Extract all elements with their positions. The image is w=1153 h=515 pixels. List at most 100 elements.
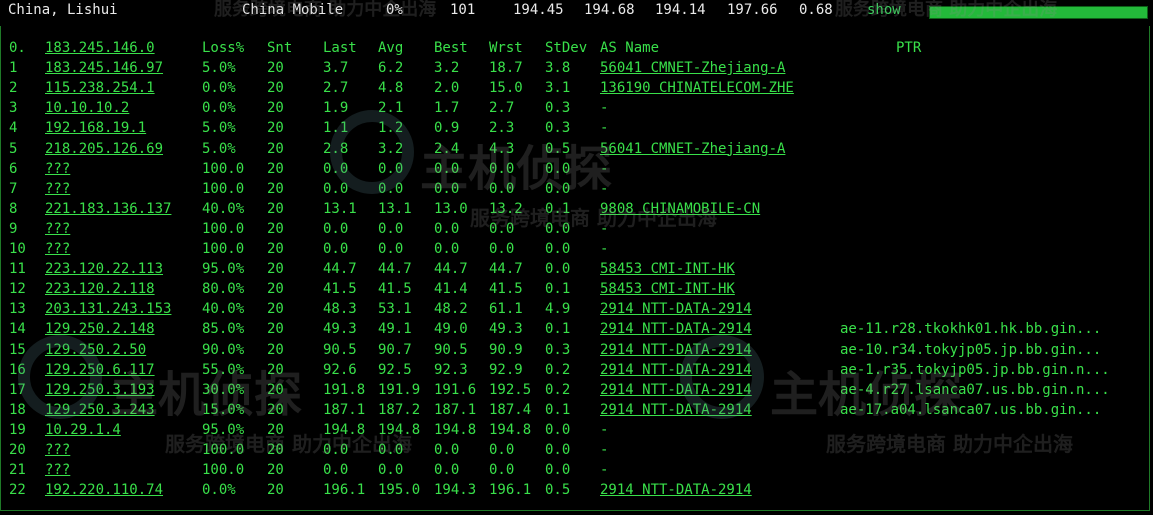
hop-host-link[interactable]: 10.29.1.4 (45, 420, 121, 440)
hop-host-link[interactable]: 203.131.243.153 (45, 299, 171, 319)
hop-snt: 20 (267, 421, 284, 438)
hop-as-link[interactable]: 2914 NTT-DATA-2914 (600, 299, 752, 319)
hop-last: 92.6 (323, 361, 357, 378)
hop-snt: 20 (267, 241, 284, 257)
hop-stdev: 0.3 (545, 341, 571, 358)
hop-as-link[interactable]: 9808 CHINAMOBILE-CN (600, 199, 760, 219)
hop-avg: 41.5 (378, 281, 412, 298)
hop-host-link[interactable]: 223.120.22.113 (45, 259, 163, 279)
hop-avg: 90.7 (378, 341, 412, 358)
hop-snt: 20 (267, 140, 284, 157)
hop-ptr: ae-4.r27.lsanca07.us.bb.gin.n... (840, 381, 1110, 398)
hop-wrst: 61.1 (489, 301, 523, 318)
hop-best: 194.3 (434, 482, 477, 499)
hop-wrst: 49.3 (489, 321, 523, 338)
hop-last: 0.0 (323, 160, 349, 177)
hop-stdev: 0.1 (545, 401, 571, 418)
hop-last: 2.8 (323, 140, 349, 157)
hop-loss: 30.0% (202, 381, 245, 398)
hop-host-link[interactable]: 192.168.19.1 (45, 118, 146, 138)
hop-avg: 0.0 (378, 220, 404, 237)
hop-last: 194.8 (323, 421, 366, 438)
hop-as-link[interactable]: 2914 NTT-DATA-2914 (600, 360, 752, 380)
hop-last: 0.0 (323, 442, 349, 458)
hop-num: 9 (9, 220, 18, 237)
hop-wrst: 0.0 (489, 462, 515, 479)
hop-last: 90.5 (323, 341, 357, 358)
hop-host-link[interactable]: 129.250.2.50 (45, 340, 146, 360)
hop-best: 44.7 (434, 261, 468, 278)
hop-as-link[interactable]: 2914 NTT-DATA-2914 (600, 340, 752, 360)
hop-snt: 20 (267, 60, 284, 77)
hop-avg: 2.1 (378, 100, 404, 117)
hop-as-link[interactable]: 2914 NTT-DATA-2914 (600, 400, 752, 420)
hop-loss: 90.0% (202, 341, 245, 358)
hop-wrst: 41.5 (489, 281, 523, 298)
hop-num: 17 (9, 381, 26, 398)
hop-as-link[interactable]: 2914 NTT-DATA-2914 (600, 319, 752, 339)
hop-as-link[interactable]: 58453 CMI-INT-HK (600, 259, 735, 279)
hop-host-link[interactable]: ??? (45, 440, 70, 460)
column-header-avg: Avg (378, 40, 404, 56)
hop-host-link[interactable]: 183.245.146.0 (45, 38, 155, 58)
hop-host-link[interactable]: 129.250.3.193 (45, 380, 155, 400)
hop-loss: 100.0 (202, 160, 245, 177)
hop-num: 19 (9, 421, 26, 438)
hop-as: - (600, 462, 609, 479)
hop-snt: 20 (267, 341, 284, 358)
hop-as-link[interactable]: 58453 CMI-INT-HK (600, 279, 735, 299)
hop-snt: 20 (267, 120, 284, 137)
hop-loss: 5.0% (202, 60, 236, 77)
hop-loss: 0.0% (202, 482, 236, 499)
hop-best: 48.2 (434, 301, 468, 318)
hop-host-link[interactable]: 192.220.110.74 (45, 480, 163, 500)
hop-host-link[interactable]: 10.10.10.2 (45, 98, 129, 118)
hop-wrst: 92.9 (489, 361, 523, 378)
hop-best: 0.0 (434, 442, 460, 458)
hop-stdev: 0.3 (545, 100, 571, 117)
hop-host-link[interactable]: ??? (45, 159, 70, 179)
hop-wrst: 2.7 (489, 100, 515, 117)
hop-snt: 20 (267, 361, 284, 378)
show-link[interactable]: show (867, 2, 901, 18)
hop-host-link[interactable]: 129.250.6.117 (45, 360, 155, 380)
hop-as-link[interactable]: 2914 NTT-DATA-2914 (600, 380, 752, 400)
hop-host-link[interactable]: 115.238.254.1 (45, 78, 155, 98)
hop-num: 21 (9, 462, 26, 479)
hop-snt: 20 (267, 482, 284, 499)
hop-stdev: 0.1 (545, 200, 571, 217)
hop-num: 7 (9, 180, 18, 197)
hop-avg: 0.0 (378, 442, 404, 458)
hop-as: - (600, 180, 609, 197)
hop-last: 49.3 (323, 321, 357, 338)
hop-host-link[interactable]: ??? (45, 460, 70, 480)
hop-as-link[interactable]: 2914 NTT-DATA-2914 (600, 480, 752, 500)
hop-host-link[interactable]: 129.250.3.243 (45, 400, 155, 420)
hop-as-link[interactable]: 56041 CMNET-Zhejiang-A (600, 58, 785, 78)
hop-snt: 20 (267, 200, 284, 217)
hop-stdev: 0.1 (545, 321, 571, 338)
hop-avg: 0.0 (378, 180, 404, 197)
hop-host-link[interactable]: 129.250.2.148 (45, 319, 155, 339)
hop-last: 41.5 (323, 281, 357, 298)
hop-host-link[interactable]: 223.120.2.118 (45, 279, 155, 299)
hop-stdev: 0.0 (545, 160, 571, 177)
hop-wrst: 0.0 (489, 220, 515, 237)
hop-as-link[interactable]: 56041 CMNET-Zhejiang-A (600, 139, 785, 159)
hop-last: 0.0 (323, 180, 349, 197)
hop-wrst: 0.0 (489, 241, 515, 257)
hop-host-link[interactable]: 218.205.126.69 (45, 139, 163, 159)
hop-loss: 15.0% (202, 401, 245, 418)
hop-loss: 55.0% (202, 361, 245, 378)
hop-stdev: 0.0 (545, 261, 571, 278)
hop-wrst: 15.0 (489, 80, 523, 97)
hop-host-link[interactable]: 221.183.136.137 (45, 199, 171, 219)
hop-host-link[interactable]: ??? (45, 219, 70, 239)
hop-host-link[interactable]: 183.245.146.97 (45, 58, 163, 78)
hop-as-link[interactable]: 136190 CHINATELECOM-ZHE (600, 78, 794, 98)
hop-host-link[interactable]: ??? (45, 179, 70, 199)
hop-host-link[interactable]: ??? (45, 239, 70, 259)
progress-fill (930, 7, 1147, 18)
best-text: 194.14 (655, 2, 706, 18)
hop-stdev: 4.9 (545, 301, 571, 318)
